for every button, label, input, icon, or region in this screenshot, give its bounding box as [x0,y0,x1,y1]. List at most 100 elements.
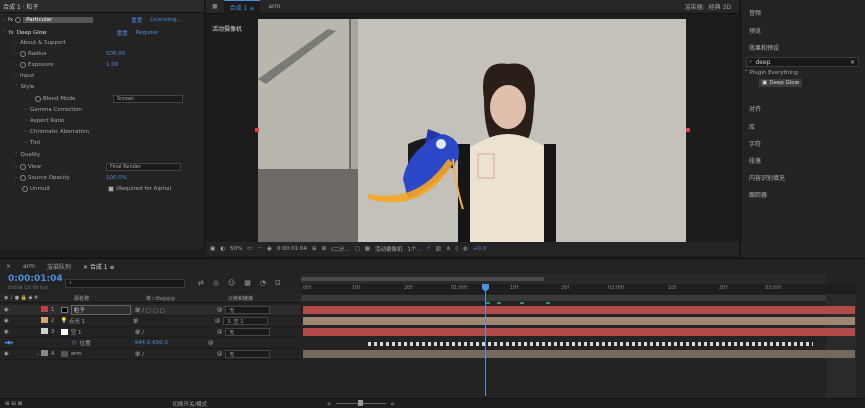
visibility-icon[interactable]: ◉ [4,318,9,324]
panel-tracker[interactable]: 跟踪器 [749,190,767,199]
stopwatch-icon[interactable] [22,185,28,192]
camera-view-select[interactable]: 活动摄像机 [375,245,403,253]
view-property[interactable]: › View Final Render [15,162,181,171]
parent-dropdown[interactable]: 无 [225,328,271,336]
transparency-grid-icon[interactable]: ▦ [365,246,370,252]
toggle-switches-modes[interactable]: 切换开关/模式 [172,400,207,408]
exposure-icon[interactable]: ◍ [463,246,468,252]
fx-icon[interactable]: fx [8,17,13,23]
panel-paragraph[interactable]: 段落 [749,156,761,165]
visibility-icon[interactable]: ◉ [4,351,9,357]
chevron-right-icon[interactable]: › [25,118,27,124]
resolution-select[interactable]: (二分... [331,245,349,253]
effect-particular[interactable]: › fx Particular 重置 Licensing... [3,15,181,24]
keyframe-stopwatch-icon[interactable] [15,16,22,23]
chevron-right-icon[interactable]: › [15,51,17,57]
chevron-down-icon[interactable]: ˅ [15,84,18,90]
source-opacity-property[interactable]: › Source Opacity 100.0% [15,173,127,182]
zoom-slider-thumb[interactable] [357,400,363,406]
stopwatch-icon[interactable]: ◷ [72,340,77,346]
draft-3d-icon[interactable]: ◎ [213,279,219,287]
fx-icon[interactable]: fx [9,30,14,36]
layer-color-box[interactable] [40,306,51,314]
tint-group[interactable]: › Tint [25,138,40,147]
layer-switches[interactable]: 单 / ▢ ▢ ▢ [135,306,217,314]
position-keyframes[interactable] [368,342,813,346]
pickwhip-icon[interactable]: @ [215,318,221,324]
tree-deep-glow[interactable]: ▣ Deep Glow [759,79,803,87]
chevron-right-icon[interactable]: › [25,129,27,135]
layer-color-box[interactable] [40,328,51,336]
timecode-display[interactable]: 0:00:01:04 [277,246,307,252]
panel-content-aware-fill[interactable]: 内容识别填充 [749,173,785,182]
licensing-link[interactable]: Licensing... [150,17,181,23]
comp-flow-icon[interactable]: ⇄ [198,279,204,287]
style-group[interactable]: ˅ Style [15,82,34,91]
register-link[interactable]: Register [136,30,159,36]
source-name-header[interactable]: 源名称 [74,295,146,302]
work-area-range[interactable] [301,277,544,281]
tree-plugin-everything[interactable]: ˅ Plugin Everything [745,70,798,76]
input-group[interactable]: › Input [15,71,34,80]
frame-blend-icon[interactable]: ▦ [244,279,251,287]
reset-link[interactable]: 重置 [117,29,128,37]
zoom-in-icon[interactable]: ⌂ [391,401,395,407]
chevron-right-icon[interactable]: › [15,40,17,46]
effects-search-field[interactable]: ⌕ deep × [746,57,859,67]
layer-row-1[interactable]: ◉ 1 粒子 单 / ▢ ▢ ▢ @ 无 [0,305,300,316]
layer-bar-1[interactable] [303,306,855,314]
region-icon[interactable]: ⌐ [257,246,262,252]
zoom-slider[interactable] [335,400,386,406]
gamma-group[interactable]: › Gamma Correction [25,105,82,114]
layer-row-3[interactable]: ◉ 3 空 1 单 / @ 无 [0,327,300,338]
exposure-property[interactable]: › Exposure 1.00 [15,60,118,69]
stopwatch-icon[interactable] [35,95,41,102]
layer-bar-4[interactable] [303,350,855,358]
pickwhip-icon[interactable]: @ [217,329,223,335]
quality-group[interactable]: ˅ Quality [15,150,40,159]
layer-name[interactable]: 粒子 [70,305,131,315]
unmult-property[interactable]: Unmult (Required for Alpha) [22,184,171,193]
chromatic-group[interactable]: › Chromatic Aberration [25,127,89,136]
about-group[interactable]: › About & Support [15,38,66,47]
stopwatch-icon[interactable] [20,61,26,68]
layer-name[interactable]: 空 1 [71,328,131,336]
position-property-row[interactable]: ◂◆▸ ◷ 位置 944.0,650.0 @ [0,338,300,349]
chevron-right-icon[interactable]: › [15,175,17,181]
motion-blur-icon[interactable]: ◔ [260,279,266,287]
stopwatch-icon[interactable] [20,163,26,170]
layer-search-input[interactable]: ⌕ [65,279,185,288]
chevron-right-icon[interactable]: › [15,73,17,79]
blend-mode-property[interactable]: Blend Mode Screen [35,94,183,103]
breadcrumb[interactable]: arm [268,3,280,10]
zoom-out-icon[interactable]: ⌂ [327,401,331,407]
visibility-icon[interactable]: ◉ [4,329,9,335]
chevron-right-icon[interactable]: › [25,107,27,113]
panel-preview[interactable]: 预览 [749,26,761,35]
flowchart-icon[interactable]: ⋔ [446,246,451,252]
mask-icon[interactable]: ⊠ [322,246,327,252]
tab-render-queue[interactable]: 渲染队列 [47,262,71,271]
layer-row-2[interactable]: ◉ 2 💡 点光 1 单 @ 3. 空 1 [0,316,300,327]
footer-icons[interactable]: ⊞ ⊟ ⊠ [5,401,22,407]
clear-icon[interactable]: × [850,59,855,66]
keyframe-nav-icon[interactable]: ◂◆▸ [4,340,14,346]
layer-switches[interactable]: 单 / [135,350,217,358]
region-interest-icon[interactable]: ▢ [355,246,360,252]
grid-icon[interactable]: ⊞ [312,246,317,252]
panel-align[interactable]: 对齐 [749,104,761,113]
layer-name[interactable]: 点光 1 [69,317,129,325]
parent-header[interactable]: 父级和链接 [228,295,253,302]
parent-dropdown[interactable]: 无 [225,306,271,314]
layer-bar-3[interactable] [303,328,855,336]
playhead-line[interactable] [485,292,486,396]
layer-bar-2[interactable] [303,317,855,325]
source-opacity-value[interactable]: 100.0% [106,175,127,181]
lock-icon[interactable]: ■ [212,3,218,10]
composition-viewer[interactable] [258,19,686,242]
camera-icon[interactable]: ◉ [267,246,272,252]
chevron-right-icon[interactable]: › [3,17,5,23]
chevron-right-icon[interactable]: › [15,164,17,170]
comp-tab[interactable]: 合成 1 ≡ [223,0,261,14]
exposure-value[interactable]: +0.0 [473,246,486,252]
